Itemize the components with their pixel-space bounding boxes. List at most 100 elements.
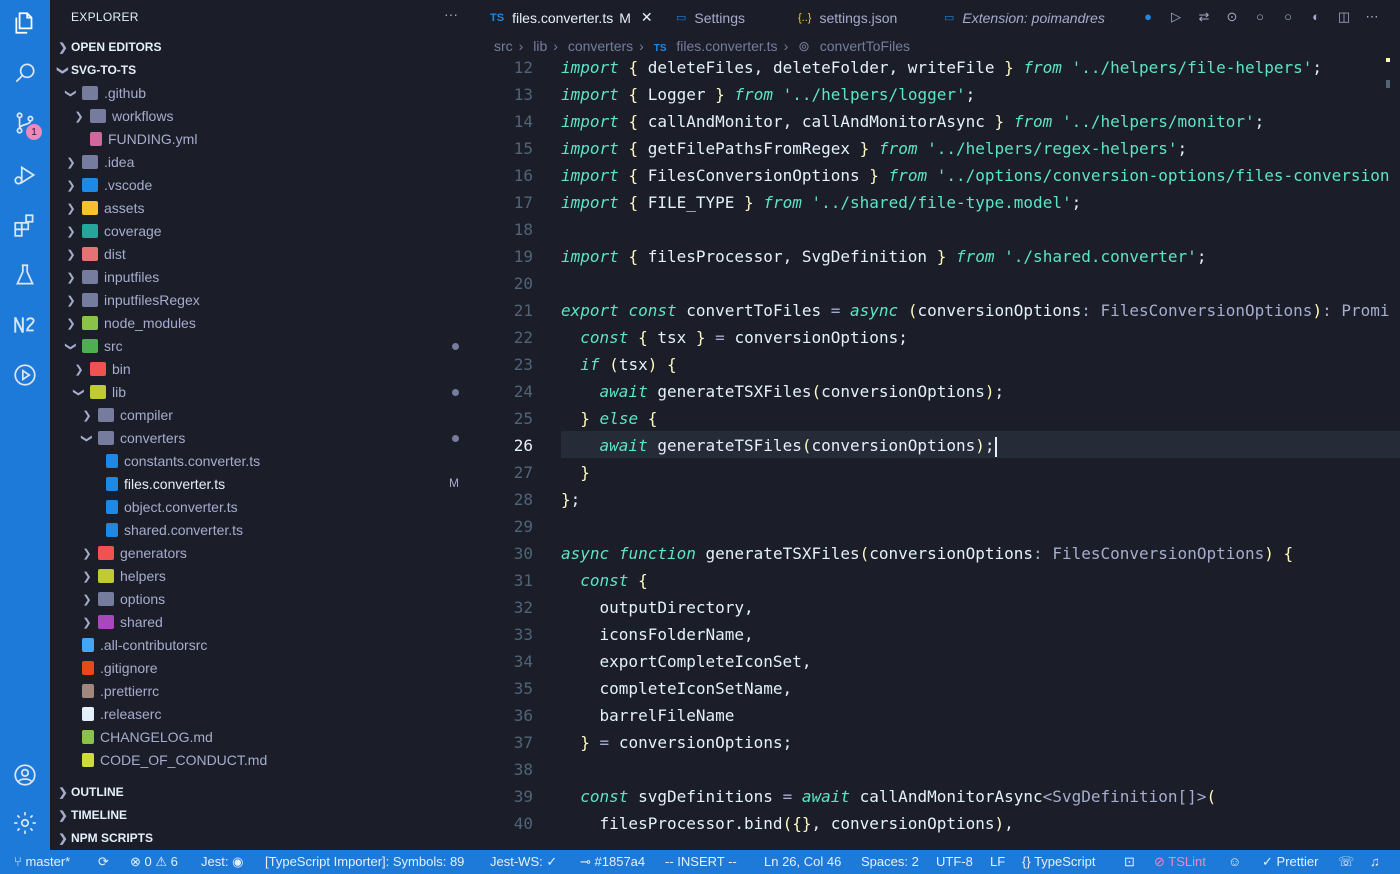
code-line[interactable]: 28}; — [478, 486, 1400, 513]
code-line[interactable]: 36 barrelFileName — [478, 702, 1400, 729]
play-circle-icon[interactable] — [10, 360, 40, 390]
close-icon[interactable]: ✕ — [641, 9, 653, 26]
code-line[interactable]: 21 export const convertToFiles = async (c… — [478, 297, 1400, 324]
ts-importer-status[interactable]: [TypeScript Importer]: Symbols: 89 — [265, 854, 464, 869]
code-line[interactable]: 14 import { callAndMonitor, callAndMonito… — [478, 108, 1400, 135]
git-prev-icon[interactable]: ○ — [1252, 9, 1268, 25]
folder-item[interactable]: ❯ compiler — [50, 404, 478, 426]
indentation-status[interactable]: Spaces: 2 — [861, 854, 919, 869]
encoding-status[interactable]: UTF-8 — [936, 854, 973, 869]
extensions-icon[interactable] — [10, 210, 40, 240]
tab-settings[interactable]: ▭ Settings — [676, 0, 745, 35]
copilot-icon[interactable]: ☺ — [1228, 854, 1241, 869]
folder-item[interactable]: ❯ coverage — [50, 220, 478, 242]
folder-item[interactable]: ❯ inputfiles — [50, 266, 478, 288]
breadcrumb-src[interactable]: src — [494, 38, 513, 54]
jest-ws-status[interactable]: Jest-WS: ✓ — [490, 854, 557, 870]
section-open-editors[interactable]: ❯ OPEN EDITORS — [50, 36, 478, 58]
more-actions-icon[interactable]: ⋯ — [1364, 9, 1380, 25]
file-item[interactable]: shared.converter.ts — [50, 519, 478, 541]
language-status[interactable]: {} TypeScript — [1022, 854, 1096, 869]
folder-item[interactable]: ❯ generators — [50, 542, 478, 564]
prettier-status[interactable]: ✓ Prettier — [1262, 854, 1318, 870]
jest-status[interactable]: Jest: ◉ — [201, 854, 243, 870]
code-line[interactable]: 34 exportCompleteIconSet, — [478, 648, 1400, 675]
code-line[interactable]: 20 — [478, 270, 1400, 297]
folder-item[interactable]: ❯ .github — [50, 82, 478, 104]
code-line[interactable]: 32 outputDirectory, — [478, 594, 1400, 621]
file-item[interactable]: .prettierrc — [50, 680, 478, 702]
timeline-icon[interactable]: ◐ — [1308, 9, 1324, 25]
folder-item[interactable]: ❯ workflows — [50, 105, 478, 127]
file-item[interactable]: constants.converter.ts — [50, 450, 478, 472]
breadcrumb-symbol[interactable]: convertToFiles — [820, 38, 910, 54]
code-line[interactable]: 30 async function generateTSXFiles(conver… — [478, 540, 1400, 567]
code-line[interactable]: 26 await generateTSFiles(conversionOptio… — [478, 432, 1400, 459]
code-line[interactable]: 19 import { filesProcessor, SvgDefinition… — [478, 243, 1400, 270]
folder-item[interactable]: ❯ lib — [50, 381, 478, 403]
breadcrumb-converters[interactable]: converters — [568, 38, 633, 54]
code-line[interactable]: 33 iconsFolderName, — [478, 621, 1400, 648]
folder-item[interactable]: ❯ shared — [50, 611, 478, 633]
sync-icon[interactable]: ⟳ — [98, 854, 109, 870]
section-timeline[interactable]: ❯ TIMELINE — [50, 804, 478, 826]
code-line[interactable]: 22 const { tsx } = conversionOptions; — [478, 324, 1400, 351]
tab-settings-json[interactable]: {..} settings.json — [798, 0, 897, 35]
code-line[interactable]: 31 const { — [478, 567, 1400, 594]
code-editor[interactable]: 12 import { deleteFiles, deleteFolder, wr… — [478, 54, 1400, 850]
tslint-status[interactable]: ⊘ TSLint — [1154, 854, 1206, 870]
terminal-icon[interactable]: ⊡ — [1124, 854, 1135, 870]
section-project[interactable]: ❯ SVG-TO-TS — [50, 59, 478, 81]
file-item[interactable]: FUNDING.yml — [50, 128, 478, 150]
run-icon[interactable]: ▷ — [1168, 9, 1184, 25]
scrollbar-thumb[interactable] — [1386, 80, 1390, 88]
code-line[interactable]: 15 import { getFilePathsFromRegex } from … — [478, 135, 1400, 162]
git-next-icon[interactable]: ○ — [1280, 9, 1296, 25]
code-line[interactable]: 24 await generateTSXFiles(conversionOpti… — [478, 378, 1400, 405]
account-icon[interactable] — [10, 760, 40, 790]
folder-item[interactable]: ❯ .idea — [50, 151, 478, 173]
folder-item[interactable]: ❯ options — [50, 588, 478, 610]
section-outline[interactable]: ❯ OUTLINE — [50, 781, 478, 803]
folder-item[interactable]: ❯ assets — [50, 197, 478, 219]
folder-item[interactable]: ❯ dist — [50, 243, 478, 265]
explorer-icon[interactable] — [10, 8, 40, 38]
commit-status[interactable]: ⊸ #1857a4 — [580, 854, 645, 870]
run-debug-icon[interactable] — [10, 160, 40, 190]
info-icon[interactable]: ● — [1140, 9, 1156, 25]
tab-files-converter[interactable]: TS files.converter.ts M ✕ — [490, 0, 653, 35]
code-line[interactable]: 37 } = conversionOptions; — [478, 729, 1400, 756]
breadcrumb-lib[interactable]: lib — [533, 38, 547, 54]
code-line[interactable]: 29 — [478, 513, 1400, 540]
folder-item[interactable]: ❯ node_modules — [50, 312, 478, 334]
file-item[interactable]: object.converter.ts — [50, 496, 478, 518]
compare-changes-icon[interactable]: ⇄ — [1196, 9, 1212, 25]
code-line[interactable]: 25 } else { — [478, 405, 1400, 432]
file-item[interactable]: CHANGELOG.md — [50, 726, 478, 748]
code-line[interactable]: 39 const svgDefinitions = await callAndM… — [478, 783, 1400, 810]
folder-item[interactable]: ❯ helpers — [50, 565, 478, 587]
file-item[interactable]: .all-contributorsrc — [50, 634, 478, 656]
code-line[interactable]: 17 import { FILE_TYPE } from '../shared/f… — [478, 189, 1400, 216]
file-item[interactable]: .releaserc — [50, 703, 478, 725]
file-item[interactable]: files.converter.ts M — [50, 473, 478, 495]
tab-extension-poimandres[interactable]: ▭ Extension: poimandres — [944, 0, 1105, 35]
code-line[interactable]: 27 } — [478, 459, 1400, 486]
breadcrumb-file[interactable]: files.converter.ts — [676, 38, 777, 54]
code-line[interactable]: 23 if (tsx) { — [478, 351, 1400, 378]
folder-item[interactable]: ❯ src — [50, 335, 478, 357]
notifications-icon[interactable]: ♫ — [1370, 854, 1380, 869]
section-npm-scripts[interactable]: ❯ NPM SCRIPTS — [50, 827, 478, 849]
code-line[interactable]: 12 import { deleteFiles, deleteFolder, wr… — [478, 54, 1400, 81]
code-line[interactable]: 18 — [478, 216, 1400, 243]
code-line[interactable]: 35 completeIconSetName, — [478, 675, 1400, 702]
split-editor-icon[interactable]: ◫ — [1336, 9, 1352, 25]
nx-console-icon[interactable] — [10, 310, 40, 340]
feedback-icon[interactable]: ☏ — [1338, 854, 1354, 870]
folder-item[interactable]: ❯ inputfilesRegex — [50, 289, 478, 311]
search-icon[interactable] — [10, 58, 40, 88]
code-line[interactable]: 16 import { FilesConversionOptions } from… — [478, 162, 1400, 189]
file-item[interactable]: CODE_OF_CONDUCT.md — [50, 749, 478, 771]
folder-item[interactable]: ❯ .vscode — [50, 174, 478, 196]
code-line[interactable]: 38 — [478, 756, 1400, 783]
